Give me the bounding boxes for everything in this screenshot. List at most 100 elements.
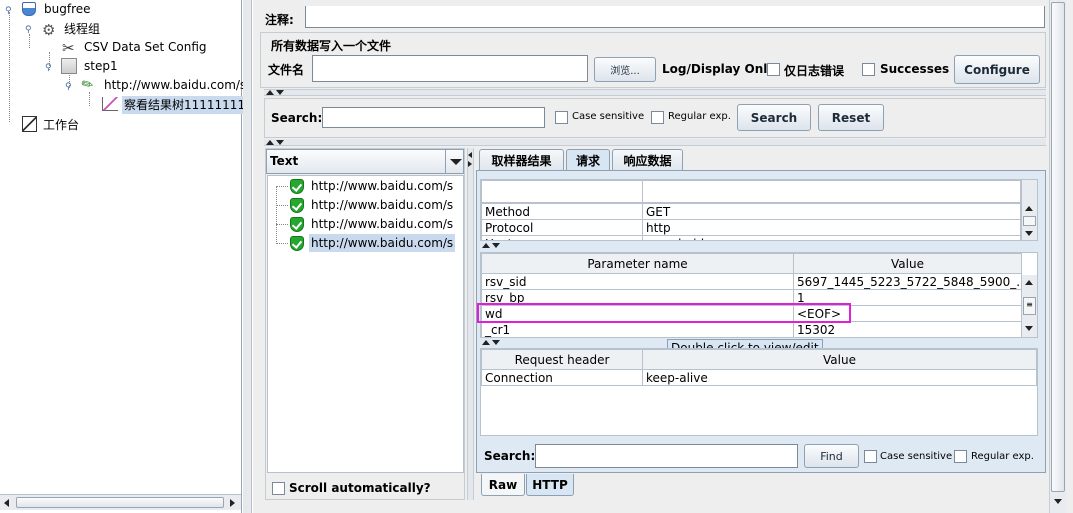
table-row[interactable]: Connection keep-alive <box>481 369 1037 386</box>
search-button[interactable]: Search <box>737 104 811 131</box>
tab-http[interactable]: HTTP <box>526 474 574 496</box>
collapse-down-icon[interactable] <box>276 90 284 95</box>
request-headers-table: Request header Value Connection keep-alive <box>480 348 1038 436</box>
configure-button[interactable]: Configure <box>954 55 1040 84</box>
successes-label: Successes <box>880 62 950 76</box>
collapse-up-icon[interactable] <box>482 340 490 345</box>
scroll-auto-checkbox[interactable] <box>272 482 285 495</box>
graph-icon <box>102 97 118 111</box>
tree-node-http-sampler[interactable]: http://www.baidu.com/s <box>104 76 246 94</box>
filename-input[interactable] <box>312 55 588 82</box>
flask-icon <box>22 2 36 16</box>
table-row[interactable]: Hostwww.baidu.com <box>481 235 1021 240</box>
scroll-up-icon[interactable] <box>1025 280 1033 285</box>
divider <box>480 242 1038 250</box>
test-plan-tree: ⚲ bugfree ⚲ ⚙ 线程组 ✂ CSV Data Set Config … <box>0 0 248 513</box>
tab-raw[interactable]: Raw <box>481 474 525 496</box>
scroll-right-icon[interactable] <box>230 499 235 507</box>
expand-icon[interactable]: ⚲ <box>45 63 52 73</box>
errors-only-checkbox[interactable] <box>767 63 780 76</box>
main-vertical-scrollbar[interactable] <box>1049 0 1066 513</box>
find-case-checkbox[interactable] <box>864 450 877 463</box>
param-name: rsv_sid <box>481 273 794 290</box>
scroll-thumb[interactable] <box>16 497 224 508</box>
tree-node-csv-config[interactable]: CSV Data Set Config <box>84 38 207 56</box>
reset-button[interactable]: Reset <box>818 104 884 131</box>
request-field-name: Method <box>481 203 643 220</box>
collapse-down-icon[interactable] <box>492 243 500 248</box>
column-header[interactable]: Value <box>793 253 1022 274</box>
request-field-value: www.baidu.com <box>642 235 1021 240</box>
param-value: 5697_1445_5223_5722_5848_5900_... <box>793 273 1022 290</box>
column-header[interactable]: Value <box>642 349 1037 370</box>
find-input[interactable] <box>535 444 798 468</box>
tree-node-workbench[interactable]: 工作台 <box>43 116 79 134</box>
success-shield-icon <box>290 198 304 213</box>
listener-panel: 注释: 所有数据写入一个文件 文件名 浏览... Log/Display Onl… <box>253 0 1073 513</box>
collapse-down-icon[interactable] <box>276 140 284 145</box>
comment-field[interactable] <box>305 6 1045 28</box>
collapse-up-icon[interactable] <box>482 243 490 248</box>
collapse-down-icon[interactable] <box>492 340 500 345</box>
result-item[interactable]: http://www.baidu.com/s <box>309 177 455 195</box>
expand-icon[interactable]: ⚲ <box>5 6 12 16</box>
chevron-down-icon[interactable] <box>450 159 462 165</box>
highlight-box <box>477 303 851 323</box>
tree-node-thread-group[interactable]: 线程组 <box>64 20 100 38</box>
scroll-left-icon[interactable] <box>4 499 9 507</box>
tab-request[interactable]: 请求 <box>566 149 610 170</box>
scroll-up-icon[interactable] <box>1025 206 1033 211</box>
success-shield-icon <box>290 236 304 251</box>
table-row[interactable]: _cr1 15302 <box>481 321 1022 337</box>
column-header[interactable]: Request header <box>481 349 643 370</box>
result-item[interactable]: http://www.baidu.com/s <box>309 234 456 252</box>
request-field-value: GET <box>642 203 1021 220</box>
search-label: Search: <box>271 111 323 125</box>
comment-label: 注释: <box>265 13 294 27</box>
collapse-left-icon[interactable] <box>468 152 472 158</box>
header-value: keep-alive <box>642 369 1037 386</box>
tab-sampler-result[interactable]: 取样器结果 <box>479 149 564 170</box>
table-row[interactable]: Protocol http <box>481 219 1021 236</box>
regex-checkbox[interactable] <box>651 111 664 124</box>
request-field-value: http <box>642 219 1021 236</box>
table-row[interactable]: rsv_sid 5697_1445_5223_5722_5848_5900_... <box>481 273 1022 290</box>
search-input[interactable] <box>322 107 545 128</box>
tab-response-data[interactable]: 响应数据 <box>612 149 683 170</box>
expand-icon[interactable]: ⚲ <box>65 82 72 92</box>
expand-icon[interactable]: ⚲ <box>25 25 32 35</box>
collapse-up-icon[interactable] <box>266 90 274 95</box>
scroll-down-icon[interactable] <box>1054 499 1062 504</box>
scroll-thumb[interactable] <box>1051 2 1065 492</box>
regex-label: Regular exp. <box>668 111 731 122</box>
table-row[interactable]: Method GET <box>481 203 1021 220</box>
request-table-scrollbar[interactable] <box>1021 180 1037 240</box>
errors-only-label: 仅日志错误 <box>784 64 845 78</box>
splitter[interactable] <box>243 0 252 513</box>
scroll-down-icon[interactable] <box>1025 326 1033 331</box>
divider <box>264 139 1046 146</box>
header-name: Connection <box>481 369 643 386</box>
result-item[interactable]: http://www.baidu.com/s <box>309 196 455 214</box>
collapse-up-icon[interactable] <box>266 140 274 145</box>
scroll-down-icon[interactable] <box>1025 231 1033 236</box>
successes-checkbox[interactable] <box>862 63 875 76</box>
tree-node-step1[interactable]: step1 <box>84 57 118 75</box>
vertical-splitter[interactable] <box>467 148 474 500</box>
renderer-select[interactable]: Text <box>266 149 464 174</box>
divider <box>264 89 1046 96</box>
find-regex-checkbox[interactable] <box>954 450 967 463</box>
case-sensitive-checkbox[interactable] <box>555 111 568 124</box>
collapse-right-icon[interactable] <box>468 161 472 167</box>
request-field-name: Protocol <box>481 219 643 236</box>
tree-node-root[interactable]: bugfree <box>44 0 91 18</box>
controller-icon <box>61 58 77 74</box>
params-table-scrollbar[interactable]: ≡ <box>1021 275 1037 337</box>
browse-button[interactable]: 浏览... <box>594 57 656 82</box>
tree-node-listener[interactable]: 察看结果树11111111 <box>122 96 248 114</box>
result-item[interactable]: http://www.baidu.com/s <box>309 215 455 233</box>
renderer-value: Text <box>270 154 299 168</box>
find-button[interactable]: Find <box>804 444 859 468</box>
horizontal-scrollbar[interactable] <box>0 494 241 510</box>
column-header[interactable]: Parameter name <box>481 253 794 274</box>
